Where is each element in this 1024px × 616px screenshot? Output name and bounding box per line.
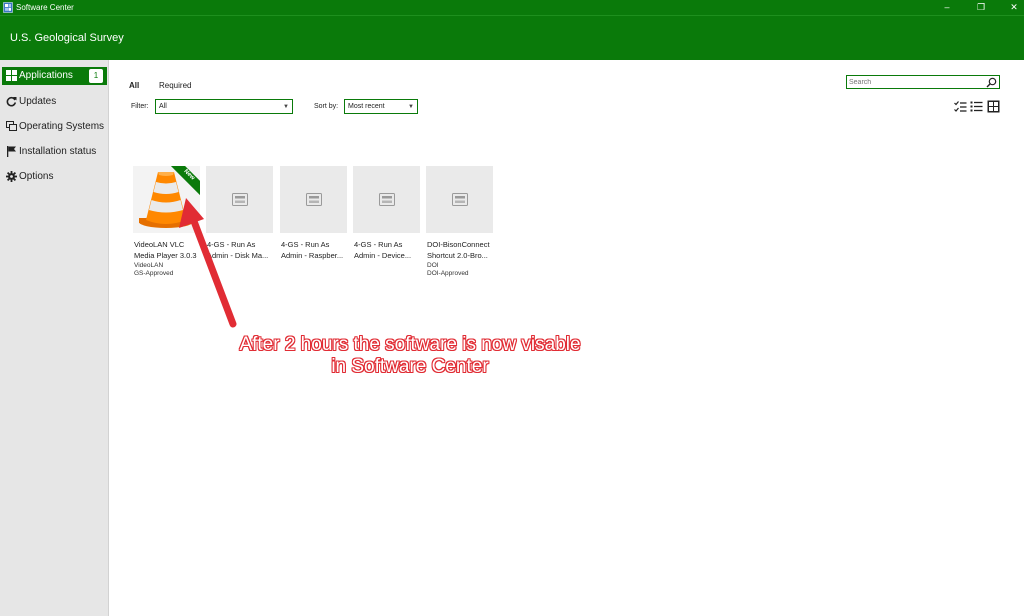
tab-required[interactable]: Required [159, 81, 191, 91]
title-bar: Software Center ‒ ❐ ✕ [0, 0, 1024, 15]
sort-label: Sort by: [314, 103, 339, 110]
organization-name: U.S. Geological Survey [10, 32, 124, 44]
app-status: GS-Approved [134, 270, 174, 277]
app-name-line2: Admin - Disk Ma... [207, 251, 269, 260]
app-name-line1: 4-GS - Run As [281, 240, 330, 249]
app-name-line1: DOI-BisonConnect [427, 240, 490, 249]
sidebar-item-applications[interactable]: Applications 1 [2, 67, 107, 85]
annotation-line1: After 2 hours the software is now visabl… [239, 334, 581, 355]
sort-value: Most recent [348, 103, 385, 110]
sidebar: Applications 1 Updates Operating Systems… [0, 60, 109, 616]
sidebar-item-label: Updates [19, 96, 57, 107]
restore-button[interactable]: ❐ [966, 0, 996, 15]
close-button[interactable]: ✕ [999, 0, 1024, 15]
app-tile[interactable] [280, 166, 347, 233]
app-tile[interactable] [426, 166, 493, 233]
checklist-view-icon[interactable] [954, 100, 967, 113]
window-title: Software Center [16, 3, 74, 12]
sidebar-item-label: Operating Systems [19, 121, 105, 132]
sidebar-item-label: Installation status [19, 146, 97, 157]
app-tile[interactable]: New [133, 166, 200, 233]
annotation-text: After 2 hours the software is now visabl… [220, 334, 600, 378]
placeholder-app-icon [452, 193, 468, 206]
app-name-line2: Shortcut 2.0-Bro... [427, 251, 488, 260]
app-name-line2: Admin - Raspber... [281, 251, 344, 260]
app-name-line2: Admin - Device... [354, 251, 412, 260]
tile-view-icon[interactable] [987, 100, 1000, 113]
placeholder-app-icon [232, 193, 248, 206]
annotation-line2: in Software Center [331, 356, 489, 377]
sidebar-item-installation-status[interactable]: Installation status [2, 143, 107, 161]
search-box[interactable] [846, 75, 1000, 89]
app-publisher: VideoLAN [134, 262, 164, 269]
sort-dropdown[interactable]: Most recent ▼ [344, 99, 418, 114]
filter-label: Filter: [131, 103, 149, 110]
sidebar-item-options[interactable]: Options [2, 168, 107, 186]
annotation-arrow [179, 198, 237, 328]
filter-value: All [159, 103, 167, 110]
software-center-app-icon [3, 2, 13, 13]
sidebar-item-label: Applications [19, 70, 73, 81]
app-name-line1: 4-GS - Run As [207, 240, 256, 249]
app-tile[interactable] [353, 166, 420, 233]
applications-count-badge: 1 [89, 69, 103, 83]
app-name-line1: 4-GS - Run As [354, 240, 403, 249]
chevron-down-icon: ▼ [408, 104, 414, 110]
refresh-icon [6, 96, 17, 107]
windows-stack-icon [6, 121, 17, 131]
new-ribbon: New [170, 166, 200, 196]
app-name-line2: Media Player 3.0.3 [134, 251, 197, 260]
flag-icon [7, 146, 16, 157]
app-tile[interactable] [206, 166, 273, 233]
app-status: DOI-Approved [427, 270, 469, 277]
placeholder-app-icon [379, 193, 395, 206]
gear-icon [6, 171, 17, 182]
grid-icon [6, 70, 17, 81]
minimize-button[interactable]: ‒ [932, 0, 962, 15]
sidebar-item-operating-systems[interactable]: Operating Systems [2, 118, 107, 136]
search-icon[interactable] [986, 77, 997, 88]
list-view-icon[interactable] [970, 100, 983, 113]
app-name-line1: VideoLAN VLC [134, 240, 185, 249]
filter-dropdown[interactable]: All ▼ [155, 99, 293, 114]
search-input[interactable] [849, 77, 979, 87]
placeholder-app-icon [306, 193, 322, 206]
app-publisher: DOI [427, 262, 439, 269]
chevron-down-icon: ▼ [283, 104, 289, 110]
sidebar-item-label: Options [19, 171, 54, 182]
sidebar-item-updates[interactable]: Updates [2, 93, 107, 111]
org-header: U.S. Geological Survey [0, 15, 1024, 60]
tab-all[interactable]: All [129, 81, 139, 91]
